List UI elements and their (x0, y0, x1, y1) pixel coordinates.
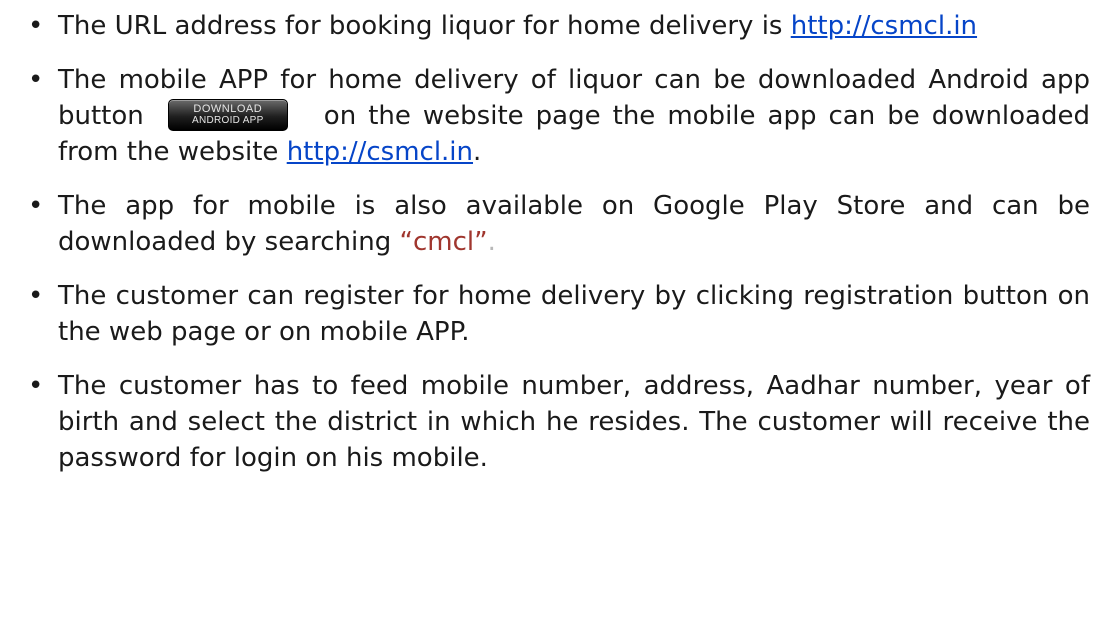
bullet-marker: • (28, 371, 44, 401)
bullet-mobile-app: • The mobile APP for home delivery of li… (28, 62, 1090, 170)
bullet-end: . (487, 227, 496, 257)
bullet-marker: • (28, 281, 44, 311)
bullet-text: The customer can register for home deliv… (58, 281, 1090, 347)
bullet-registration: • The customer can register for home del… (28, 278, 1090, 350)
bullet-customer-details: • The customer has to feed mobile number… (28, 368, 1090, 476)
bullet-marker: • (28, 191, 44, 221)
bullet-url: • The URL address for booking liquor for… (28, 8, 1090, 44)
csmcl-link[interactable]: http://csmcl.in (791, 11, 977, 41)
bullet-marker: • (28, 65, 44, 95)
button-line-2: ANDROID APP (191, 114, 264, 126)
bullet-marker: • (28, 11, 44, 41)
bullet-text: The app for mobile is also available on … (58, 191, 1090, 257)
bullet-text: The URL address for booking liquor for h… (58, 11, 791, 41)
csmcl-link[interactable]: http://csmcl.in (287, 137, 473, 167)
button-line-1: DOWNLOAD (193, 102, 263, 115)
download-android-app-button[interactable]: DOWNLOAD ANDROID APP (167, 98, 288, 131)
search-term: “cmcl” (399, 227, 488, 257)
bullet-end: . (473, 137, 482, 167)
document-page: • The URL address for booking liquor for… (0, 0, 1110, 625)
bullet-text: The customer has to feed mobile number, … (58, 371, 1090, 473)
bullet-play-store: • The app for mobile is also available o… (28, 188, 1090, 260)
bullet-list: • The URL address for booking liquor for… (28, 8, 1090, 494)
